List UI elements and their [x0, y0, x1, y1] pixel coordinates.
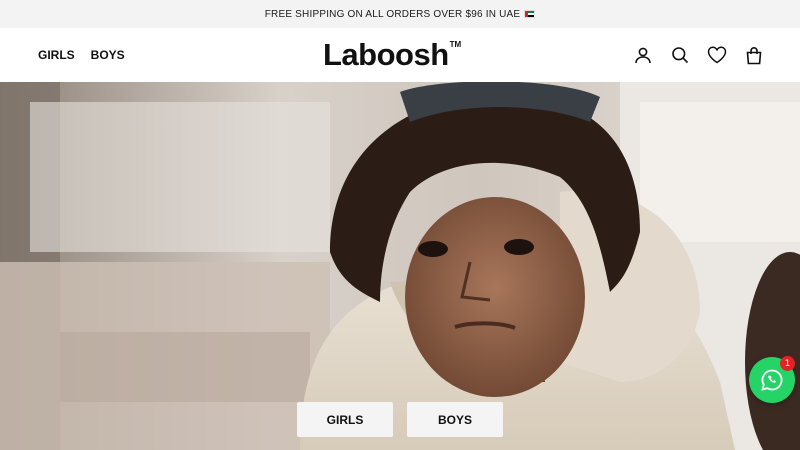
hero-girls-button[interactable]: GIRLS — [297, 402, 393, 437]
wishlist-heart-icon[interactable] — [707, 45, 727, 65]
announcement-bar: FREE SHIPPING ON ALL ORDERS OVER $96 IN … — [0, 0, 800, 28]
nav-boys-link[interactable]: BOYS — [91, 48, 125, 62]
announcement-text: FREE SHIPPING ON ALL ORDERS OVER $96 IN … — [264, 8, 521, 20]
nav-girls-link[interactable]: GIRLS — [38, 48, 75, 62]
main-nav: GIRLS BOYS — [38, 28, 125, 82]
hero-image — [0, 82, 800, 450]
hero-banner — [0, 82, 800, 450]
whatsapp-notification-badge: 1 — [780, 356, 795, 371]
header-icons — [633, 28, 764, 82]
logo-trademark: TM — [449, 40, 462, 49]
hero-boys-button[interactable]: BOYS — [407, 402, 503, 437]
logo-text: Laboosh — [323, 37, 449, 72]
uae-flag-icon — [524, 10, 536, 18]
whatsapp-icon — [761, 369, 783, 391]
brand-logo[interactable]: Laboosh TM — [323, 36, 461, 74]
site-header: GIRLS BOYS Laboosh TM — [0, 28, 800, 82]
search-icon[interactable] — [670, 45, 690, 65]
account-icon[interactable] — [633, 45, 653, 65]
cart-bag-icon[interactable] — [744, 45, 764, 65]
hero-cta-group: GIRLS BOYS — [297, 402, 503, 437]
